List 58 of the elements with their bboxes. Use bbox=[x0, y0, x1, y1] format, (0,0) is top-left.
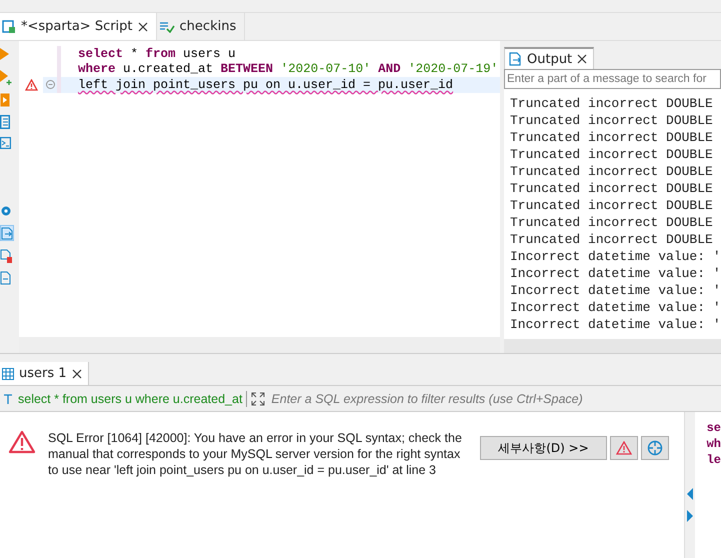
filter-field[interactable]: Enter a SQL expression to filter results (use Ctrl+Space) bbox=[269, 390, 721, 406]
crosshair-icon bbox=[647, 440, 663, 456]
variables-icon[interactable] bbox=[0, 271, 11, 285]
left-arrow-icon[interactable] bbox=[686, 488, 693, 500]
log-line: Truncated incorrect DOUBLE bbox=[510, 197, 714, 214]
table-icon bbox=[2, 368, 14, 380]
log-line: Incorrect datetime value: ' bbox=[510, 248, 721, 265]
log-line: Truncated incorrect DOUBLE bbox=[510, 112, 714, 129]
error-log-icon[interactable] bbox=[0, 249, 12, 263]
log-line: Truncated incorrect DOUBLE bbox=[510, 163, 714, 180]
close-icon[interactable] bbox=[72, 368, 82, 378]
code-line: left join point_users pu on u.user_id = pu.user_id bbox=[78, 78, 454, 92]
output-icon[interactable] bbox=[0, 225, 14, 241]
code-editor[interactable]: select * from users u where u.created_at BETWEEN '2020-07-10' AND '2020-07-19' left join point_users pu on u.user_id = pu.user_id bbox=[19, 41, 500, 353]
right-arrow-icon[interactable] bbox=[686, 510, 693, 522]
script-icon bbox=[2, 20, 16, 34]
query-text: select * from users u where u.created_at bbox=[18, 392, 242, 406]
code-line: select * from users u bbox=[78, 46, 236, 61]
results-tab[interactable]: users 1 bbox=[0, 362, 89, 385]
editor-tab[interactable]: *<sparta> Script bbox=[0, 13, 157, 40]
editor-tab[interactable]: checkins bbox=[156, 13, 246, 40]
log-line: Truncated incorrect DOUBLE bbox=[510, 146, 714, 163]
sql-text-icon bbox=[2, 392, 14, 404]
gear-icon[interactable] bbox=[0, 205, 12, 217]
log-line: Truncated incorrect DOUBLE bbox=[510, 231, 714, 248]
log-line: Incorrect datetime value: ' bbox=[510, 299, 721, 316]
expand-icon[interactable] bbox=[251, 392, 266, 406]
search-field[interactable]: Enter a part of a message to search for bbox=[504, 69, 721, 89]
log-line: Truncated incorrect DOUBLE bbox=[510, 95, 714, 112]
side-scrollbar[interactable] bbox=[684, 412, 695, 558]
error-message: SQL Error [1064] [42000]: You have an error in your SQL syntax; check the manual that corresponds to your MySQL server version for the right syntax to use near 'left join point_users pu on u.user_id = pu.user_id' at line 3 bbox=[48, 430, 463, 478]
log-line: Truncated incorrect DOUBLE bbox=[510, 214, 714, 231]
code-line: wh bbox=[706, 436, 721, 452]
horizontal-scrollbar[interactable] bbox=[504, 339, 721, 353]
code-line: where u.created_at BETWEEN '2020-07-10' AND '2020-07-19' bbox=[78, 62, 498, 76]
terminal-icon[interactable] bbox=[0, 137, 11, 149]
log-line: Incorrect datetime value: ' bbox=[510, 316, 721, 333]
warning-icon bbox=[616, 441, 632, 455]
code-line: le bbox=[706, 452, 721, 468]
code-line: se bbox=[706, 420, 721, 436]
document-icon[interactable] bbox=[0, 115, 10, 129]
output-tab[interactable]: Output bbox=[504, 47, 594, 69]
table-check-icon bbox=[158, 20, 175, 32]
script-run-icon[interactable] bbox=[0, 93, 10, 107]
fold-icon[interactable] bbox=[46, 80, 54, 90]
log-line: Incorrect datetime value: ' bbox=[510, 265, 721, 282]
target-button[interactable] bbox=[641, 436, 669, 460]
run-plus-icon[interactable] bbox=[0, 69, 12, 85]
run-icon[interactable] bbox=[0, 47, 10, 61]
log-line: Truncated incorrect DOUBLE bbox=[510, 180, 714, 197]
output-icon bbox=[509, 52, 522, 66]
error-icon bbox=[8, 430, 36, 454]
warning-button[interactable] bbox=[610, 436, 638, 460]
close-icon[interactable] bbox=[577, 54, 588, 64]
details-button[interactable]: 세부사항(D) >> bbox=[480, 436, 607, 460]
close-icon[interactable] bbox=[138, 22, 148, 32]
log-line: Incorrect datetime value: ' bbox=[510, 282, 721, 299]
log-line: Truncated incorrect DOUBLE bbox=[510, 129, 714, 146]
